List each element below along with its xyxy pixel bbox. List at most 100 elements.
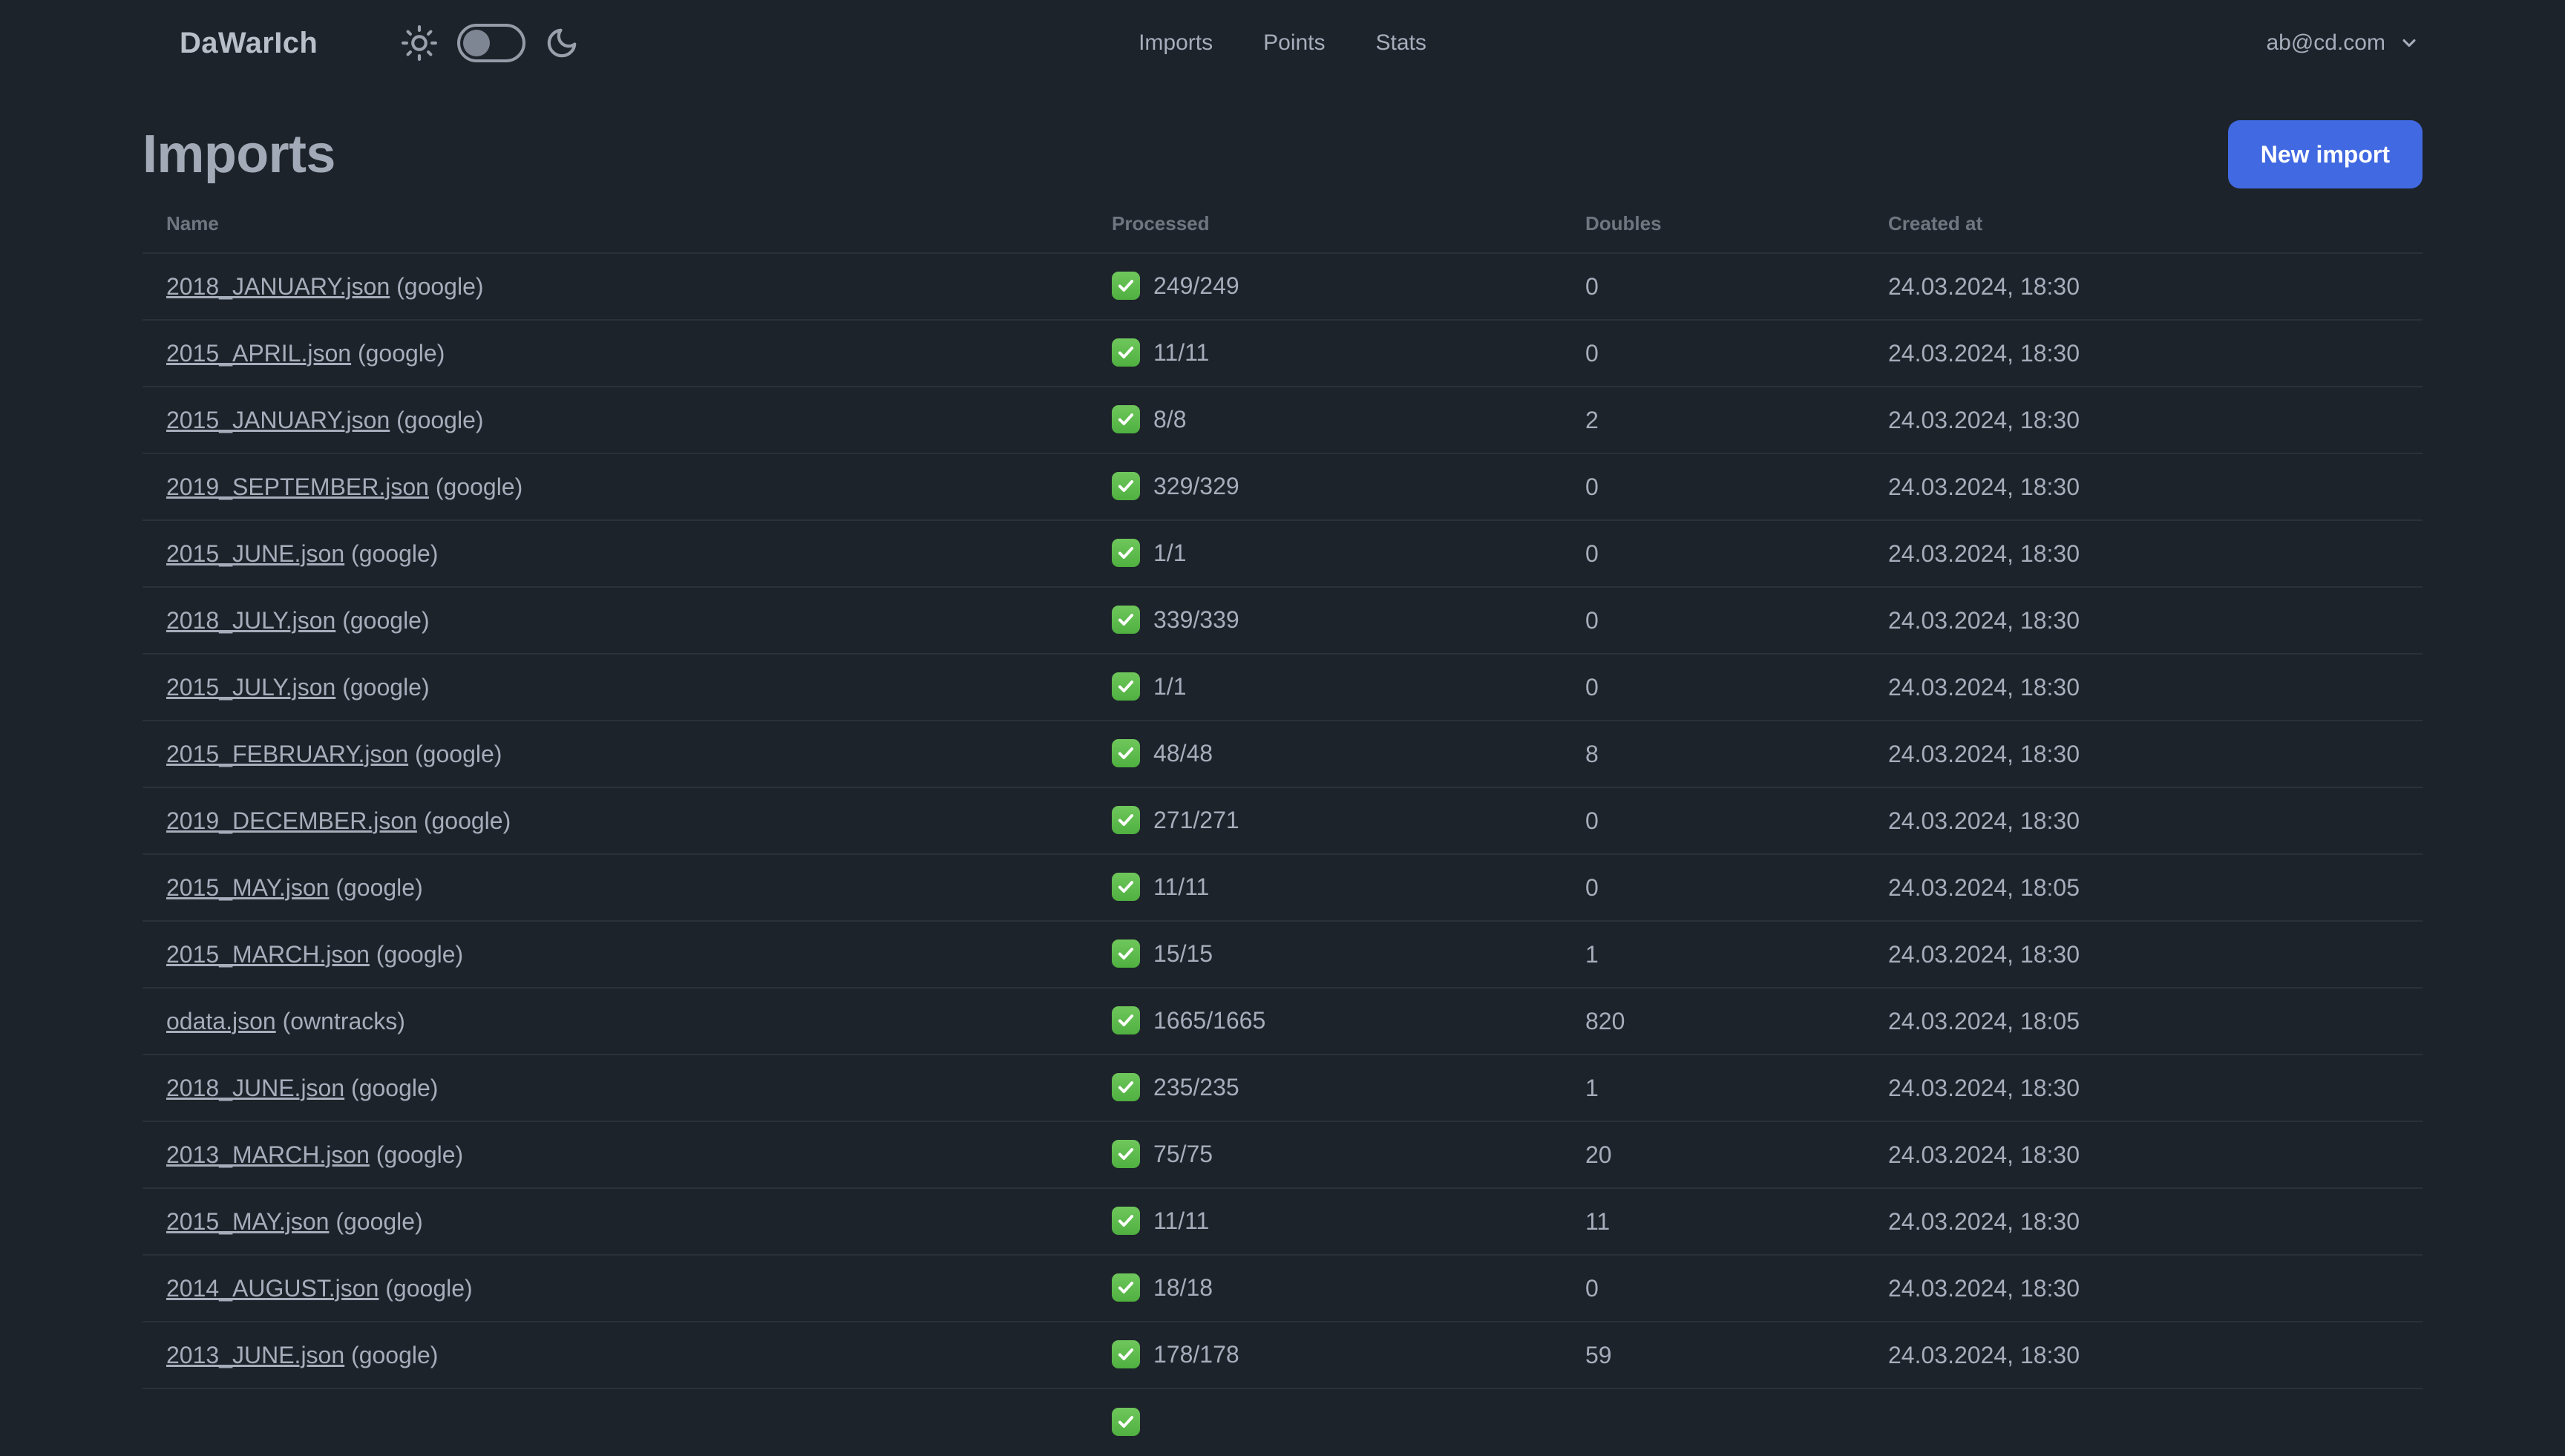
new-import-button[interactable]: New import [2227,120,2422,188]
name-cell: 2018_JANUARY.json (google) [142,273,1088,301]
doubles-count: 0 [1585,540,1599,567]
doubles-cell: 0 [1562,540,1864,568]
app-logo[interactable]: DaWarIch [180,27,318,60]
check-icon [1112,472,1140,500]
created-at-value: 24.03.2024, 18:30 [1888,473,2080,500]
doubles-count: 1 [1585,1074,1599,1101]
table-row: 2015_APRIL.json (google) 11/11 0 24.03.2… [142,321,2422,387]
import-file-link[interactable]: odata.json [166,1008,276,1034]
processed-cell: 1/1 [1088,672,1562,702]
theme-toggle[interactable] [457,24,526,62]
created-at-cell: 24.03.2024, 18:30 [1864,807,2422,835]
processed-cell: 271/271 [1088,806,1562,836]
table-row: odata.json (owntracks) 1665/1665 820 24.… [142,988,2422,1055]
import-file-link[interactable]: 2015_MARCH.json [166,941,370,968]
import-file-link[interactable]: 2018_JULY.json [166,607,335,634]
table-row: 2014_AUGUST.json (google) 18/18 0 24.03.… [142,1256,2422,1322]
doubles-count: 20 [1585,1141,1612,1168]
doubles-cell: 2 [1562,407,1864,434]
processed-cell: 75/75 [1088,1140,1562,1170]
import-file-link[interactable]: 2013_MARCH.json [166,1141,370,1168]
nav-link-imports[interactable]: Imports [1139,30,1213,56]
table-row: 2015_JULY.json (google) 1/1 0 24.03.2024… [142,655,2422,721]
table-row: 2015_MAY.json (google) 11/11 11 24.03.20… [142,1189,2422,1256]
processed-cell: 329/329 [1088,472,1562,502]
import-file-link[interactable]: 2014_AUGUST.json [166,1275,379,1302]
column-header-processed: Processed [1112,211,1210,235]
doubles-count: 2 [1585,406,1599,433]
import-file-link[interactable]: 2015_FEBRUARY.json [166,741,408,767]
import-file-link[interactable]: 2015_JANUARY.json [166,407,390,433]
processed-count: 11/11 [1153,338,1210,366]
import-file-link[interactable]: 2015_APRIL.json [166,340,351,367]
name-cell: 2014_AUGUST.json (google) [142,1275,1088,1302]
created-at-cell: 24.03.2024, 18:30 [1864,1075,2422,1102]
processed-count: 48/48 [1153,739,1213,767]
import-source-label: (google) [351,1341,439,1368]
import-file-link[interactable]: 2018_JANUARY.json [166,273,390,300]
import-file-link[interactable]: 2013_JUNE.json [166,1342,344,1368]
processed-count: 11/11 [1153,1207,1210,1234]
created-at-value: 24.03.2024, 18:30 [1888,339,2080,367]
import-file-link[interactable]: 2019_DECEMBER.json [166,807,417,834]
import-source-label: (google) [335,873,423,901]
table-row: 2015_MAY.json (google) 11/11 0 24.03.202… [142,855,2422,922]
check-icon [1112,1006,1140,1034]
check-icon [1112,672,1140,701]
check-icon [1112,806,1140,834]
import-file-link[interactable]: 2015_JUNE.json [166,540,344,567]
table-row: 2013_MARCH.json (google) 75/75 20 24.03.… [142,1122,2422,1189]
import-source-label: (google) [342,673,430,701]
table-row: 2015_JANUARY.json (google) 8/8 2 24.03.2… [142,387,2422,454]
nav-link-points[interactable]: Points [1263,30,1325,56]
import-file-link[interactable]: 2019_SEPTEMBER.json [166,473,429,500]
processed-count: 329/329 [1153,472,1239,499]
created-at-value: 24.03.2024, 18:30 [1888,740,2080,767]
name-cell: 2015_JUNE.json (google) [142,540,1088,568]
processed-count: 75/75 [1153,1140,1213,1167]
processed-count: 18/18 [1153,1273,1213,1301]
processed-cell: 48/48 [1088,739,1562,769]
doubles-count: 0 [1585,473,1599,500]
page-header: Imports New import [142,120,2422,188]
check-icon [1112,1408,1140,1436]
doubles-cell: 0 [1562,674,1864,701]
nav-link-stats[interactable]: Stats [1376,30,1426,56]
doubles-count: 1 [1585,940,1599,968]
created-at-cell: 24.03.2024, 18:30 [1864,941,2422,968]
import-file-link[interactable]: 2015_MAY.json [166,1208,329,1235]
import-file-link[interactable]: 2015_MAY.json [166,874,329,901]
created-at-value: 24.03.2024, 18:30 [1888,606,2080,634]
import-source-label: (google) [357,339,445,367]
doubles-count: 0 [1585,272,1599,300]
name-cell: 2013_MARCH.json (google) [142,1141,1088,1169]
name-cell: 2019_DECEMBER.json (google) [142,807,1088,835]
doubles-cell: 0 [1562,874,1864,902]
name-cell: 2015_APRIL.json (google) [142,340,1088,367]
check-icon [1112,1207,1140,1235]
import-file-link[interactable]: 2018_JUNE.json [166,1075,344,1101]
table-body: 2018_JANUARY.json (google) 249/249 0 24.… [142,254,2422,1456]
import-source-label: (google) [376,940,464,968]
import-source-label: (google) [396,272,484,300]
table-row: 2018_JANUARY.json (google) 249/249 0 24.… [142,254,2422,321]
processed-cell: 249/249 [1088,272,1562,301]
imports-table: Name Processed Doubles Created at 2018_J… [142,194,2422,1456]
column-header-doubles: Doubles [1585,211,1662,235]
name-cell: 2018_JULY.json (google) [142,607,1088,634]
check-icon [1112,1340,1140,1368]
processed-count: 271/271 [1153,806,1239,833]
import-source-label: (google) [376,1141,464,1168]
created-at-cell: 24.03.2024, 18:30 [1864,607,2422,634]
doubles-count: 0 [1585,606,1599,634]
doubles-cell: 0 [1562,473,1864,501]
doubles-cell: 0 [1562,1275,1864,1302]
import-source-label: (google) [351,540,439,567]
import-file-link[interactable]: 2015_JULY.json [166,674,335,701]
doubles-count: 11 [1585,1207,1611,1235]
user-dropdown-trigger[interactable]: ab@cd.com [2266,30,2420,56]
created-at-cell: 24.03.2024, 18:30 [1864,1141,2422,1169]
created-at-value: 24.03.2024, 18:30 [1888,1074,2080,1101]
name-cell: odata.json (owntracks) [142,1008,1088,1035]
theme-toggle-group [401,24,579,62]
